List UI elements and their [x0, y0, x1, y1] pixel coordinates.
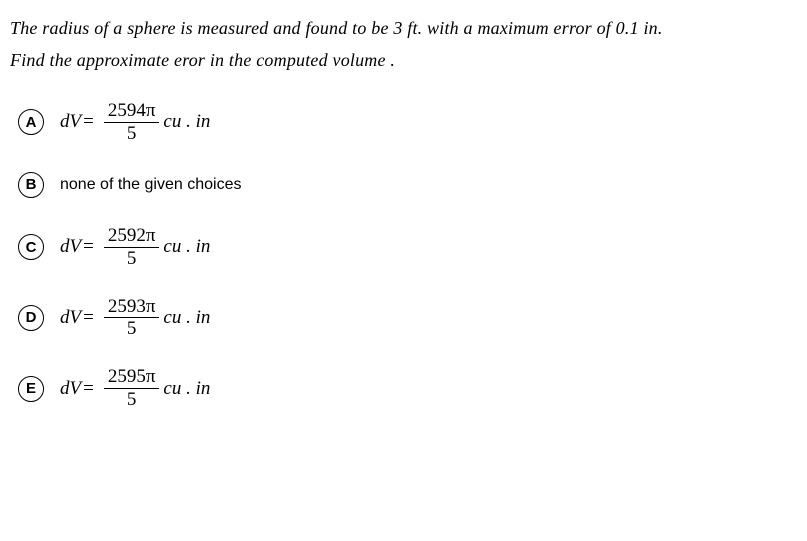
choice-letter-e: E — [18, 376, 44, 402]
choice-b[interactable]: B none of the given choices — [18, 172, 797, 198]
choice-d-den: 5 — [127, 318, 137, 339]
choice-a[interactable]: A dV = 2594π 5 cu . in — [18, 101, 797, 144]
choice-a-num: 2594π — [104, 101, 160, 123]
choice-c-formula: dV = 2592π 5 cu . in — [60, 226, 210, 269]
choice-e[interactable]: E dV = 2595π 5 cu . in — [18, 367, 797, 410]
question-line-2: Find the approximate eror in the compute… — [10, 44, 797, 76]
choice-d-fraction: 2593π 5 — [104, 297, 160, 340]
choice-e-fraction: 2595π 5 — [104, 367, 160, 410]
choice-a-unit: cu . in — [163, 111, 210, 133]
choice-c-eq: = — [83, 236, 94, 258]
choice-e-den: 5 — [127, 389, 137, 410]
choice-a-eq: = — [83, 111, 94, 133]
choices-list: A dV = 2594π 5 cu . in B none of the giv… — [10, 101, 797, 411]
choice-d-formula: dV = 2593π 5 cu . in — [60, 297, 210, 340]
question-stem: The radius of a sphere is measured and f… — [10, 12, 797, 77]
question-line-1: The radius of a sphere is measured and f… — [10, 12, 797, 44]
choice-e-formula: dV = 2595π 5 cu . in — [60, 367, 210, 410]
choice-c-lhs: dV — [60, 236, 81, 258]
choice-d-unit: cu . in — [163, 307, 210, 329]
choice-d-eq: = — [83, 307, 94, 329]
choice-e-eq: = — [83, 378, 94, 400]
choice-a-fraction: 2594π 5 — [104, 101, 160, 144]
choice-d-lhs: dV — [60, 307, 81, 329]
choice-e-lhs: dV — [60, 378, 81, 400]
choice-d-num: 2593π — [104, 297, 160, 319]
choice-letter-a: A — [18, 109, 44, 135]
choice-d[interactable]: D dV = 2593π 5 cu . in — [18, 297, 797, 340]
choice-c-den: 5 — [127, 248, 137, 269]
choice-a-formula: dV = 2594π 5 cu . in — [60, 101, 210, 144]
choice-c-fraction: 2592π 5 — [104, 226, 160, 269]
choice-letter-b: B — [18, 172, 44, 198]
choice-a-lhs: dV — [60, 111, 81, 133]
choice-e-unit: cu . in — [163, 378, 210, 400]
choice-a-den: 5 — [127, 123, 137, 144]
choice-c-unit: cu . in — [163, 236, 210, 258]
choice-letter-c: C — [18, 234, 44, 260]
choice-e-num: 2595π — [104, 367, 160, 389]
choice-c-num: 2592π — [104, 226, 160, 248]
choice-c[interactable]: C dV = 2592π 5 cu . in — [18, 226, 797, 269]
choice-letter-d: D — [18, 305, 44, 331]
choice-b-text: none of the given choices — [60, 176, 241, 194]
